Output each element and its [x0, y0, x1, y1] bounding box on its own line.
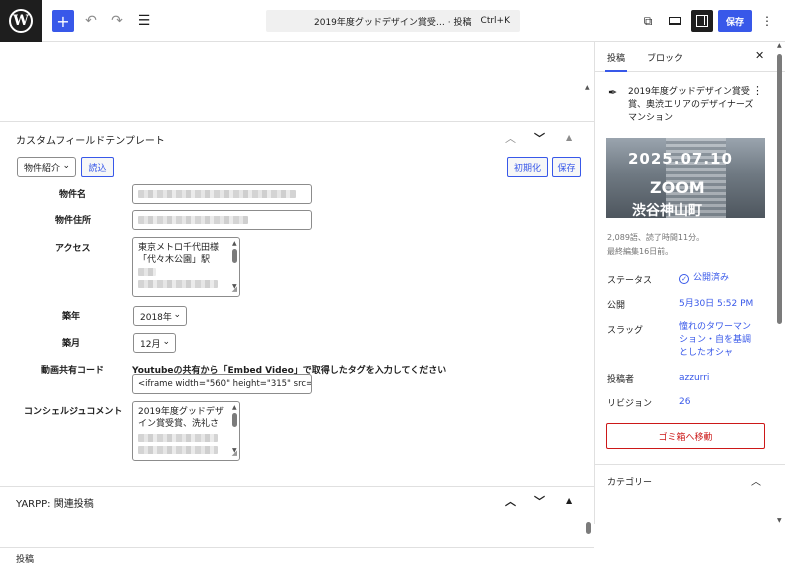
tab-post[interactable]: 投稿: [604, 51, 628, 72]
move-down-icon[interactable]: ﹀: [534, 130, 545, 146]
author-value[interactable]: azzurri: [679, 372, 709, 385]
concierge-comment-textarea[interactable]: 2019年度グッドデザ イン賞受賞、洗礼さ ▲ ▼ ◢: [132, 401, 240, 461]
close-icon[interactable]: ✕: [755, 49, 764, 62]
editor-top-bar: W + ↶ ↷ ☰ 2019年度グッドデザイン賞受… · 投稿 Ctrl+K ⧉…: [0, 0, 785, 42]
chevron-up-icon: ︿: [751, 477, 761, 488]
slug-label: スラッグ: [607, 326, 644, 336]
status-label: ステータス: [607, 276, 653, 286]
toggle-panel-icon[interactable]: ▲: [566, 133, 572, 142]
field-label-year: 築年: [62, 312, 81, 322]
revisions-value[interactable]: 26: [679, 396, 690, 409]
concierge-line-2: イン賞受賞、洗礼さ: [138, 419, 220, 429]
access-textarea[interactable]: 東京メトロ千代田様 「代々木公園」駅 ▲ ▼ ◢: [132, 237, 240, 297]
custom-field-metabox-header: カスタムフィールドテンプレート ︿ ﹀ ▲: [0, 123, 594, 153]
settings-sidebar: 投稿 ブロック ✕ ✒ 2019年度グッドデザイン賞受賞、奥渋エリアのデザイナー…: [594, 42, 785, 524]
featured-image-date: 2025.07.10: [628, 150, 733, 168]
featured-image-area: 渋谷神山町: [632, 203, 702, 218]
last-edited: 最終編集16日前。: [607, 247, 674, 256]
add-block-button[interactable]: +: [52, 10, 74, 32]
concierge-line-1: 2019年度グッドデザ: [138, 407, 224, 417]
tab-block[interactable]: ブロック: [647, 51, 683, 64]
view-post-icon[interactable]: ⧉: [640, 10, 656, 32]
resize-grip-icon[interactable]: ◢: [232, 283, 237, 295]
footer-breadcrumb[interactable]: 投稿: [16, 552, 34, 565]
redo-icon[interactable]: ↷: [108, 10, 126, 32]
check-circle-icon: ✓: [679, 274, 689, 284]
chevron-down-icon: ⌄: [62, 161, 70, 171]
wordpress-logo-icon: W: [9, 9, 33, 33]
editor-footer: 投稿: [0, 547, 594, 566]
build-month-value: 12月: [140, 339, 161, 350]
field-label-address: 物件住所: [55, 216, 92, 226]
featured-image-zoom: ZOOM: [650, 178, 705, 197]
editor-scrollbar[interactable]: ▲: [585, 84, 591, 536]
status-value-button[interactable]: ✓ 公開済み: [679, 272, 729, 285]
publish-date-value[interactable]: 5月30日 5:52 PM: [679, 298, 753, 311]
options-more-icon[interactable]: ⋮: [760, 10, 774, 32]
property-address-input[interactable]: [132, 210, 312, 230]
categories-label: カテゴリー: [607, 478, 653, 488]
field-label-concierge: コンシェルジュコメント: [24, 407, 123, 417]
status-value: 公開済み: [693, 273, 730, 283]
metabox-title: カスタムフィールドテンプレート: [16, 136, 165, 147]
author-label: 投稿者: [607, 375, 635, 385]
featured-image[interactable]: 2025.07.10 ZOOM 渋谷神山町: [606, 138, 765, 218]
document-overview-icon[interactable]: ☰: [134, 10, 154, 32]
post-actions-more-icon[interactable]: ⋮: [752, 84, 763, 97]
move-to-trash-button[interactable]: ゴミ箱へ移動: [606, 423, 765, 449]
video-code-input[interactable]: <iframe width="560" height="315" src=: [132, 374, 312, 394]
build-year-select[interactable]: 2018年 ⌄: [133, 306, 187, 326]
sidebar-tabs: 投稿 ブロック ✕: [595, 42, 785, 72]
textarea-scrollbar[interactable]: ▲ ▼: [232, 240, 237, 290]
template-select-value: 物件紹介: [24, 163, 61, 174]
move-down-icon[interactable]: ﹀: [534, 493, 545, 509]
revisions-label: リビジョン: [607, 399, 653, 409]
editor-content: カスタムフィールドテンプレート ︿ ﹀ ▲ 物件紹介 ⌄ 読込 初期化 保存 物件…: [0, 42, 594, 565]
yarpp-title: YARPP: 関連投稿: [16, 499, 94, 510]
template-select[interactable]: 物件紹介 ⌄: [17, 157, 76, 177]
save-button[interactable]: 保存: [718, 10, 752, 32]
word-count: 2,089語、読了時間11分。: [607, 233, 705, 242]
wordpress-logo-button[interactable]: W: [0, 0, 42, 42]
categories-panel-header[interactable]: カテゴリー ︿: [595, 464, 785, 494]
editor-canvas[interactable]: [0, 42, 594, 122]
command-shortcut: Ctrl+K: [480, 16, 510, 26]
field-label-access: アクセス: [55, 244, 91, 254]
chevron-down-icon: ⌄: [173, 310, 181, 320]
sidebar-scrollbar[interactable]: ▲ ▼: [777, 42, 783, 524]
resize-grip-icon[interactable]: ◢: [232, 447, 237, 459]
slug-value[interactable]: 憧れのタワーマンション・自を基調としたオシャ: [679, 321, 757, 360]
field-label-month: 築月: [62, 339, 81, 349]
build-year-value: 2018年: [140, 312, 172, 323]
metabox-save-button[interactable]: 保存: [552, 157, 581, 177]
access-line-1: 東京メトロ千代田様: [138, 243, 220, 253]
access-line-2: 「代々木公園」駅: [138, 255, 211, 265]
load-button[interactable]: 読込: [81, 157, 114, 177]
field-label-name: 物件名: [59, 190, 87, 200]
yarpp-metabox-header: YARPP: 関連投稿 ︿ ﹀ ▲: [0, 486, 594, 514]
undo-icon[interactable]: ↶: [82, 10, 100, 32]
chevron-down-icon: ⌄: [162, 337, 170, 347]
device-preview-icon[interactable]: [666, 10, 684, 32]
command-title: 2019年度グッドデザイン賞受… · 投稿: [314, 17, 472, 28]
init-button[interactable]: 初期化: [507, 157, 548, 177]
move-up-icon[interactable]: ︿: [505, 130, 516, 146]
field-label-video: 動画共有コード: [41, 366, 105, 376]
toggle-panel-icon[interactable]: ▲: [566, 496, 572, 505]
build-month-select[interactable]: 12月 ⌄: [133, 333, 176, 353]
post-feather-icon: ✒: [608, 86, 618, 99]
settings-panel-icon[interactable]: [691, 10, 713, 32]
video-code-value: <iframe width="560" height="315" src=: [138, 379, 312, 389]
textarea-scrollbar[interactable]: ▲ ▼: [232, 404, 237, 454]
sidebar-post-title: 2019年度グッドデザイン賞受賞、奥渋エリアのデザイナーズマンション: [628, 87, 754, 123]
move-up-icon[interactable]: ︿: [505, 493, 516, 509]
publish-label: 公開: [607, 301, 626, 311]
property-name-input[interactable]: [132, 184, 312, 204]
command-palette-button[interactable]: 2019年度グッドデザイン賞受… · 投稿 Ctrl+K: [266, 10, 520, 32]
